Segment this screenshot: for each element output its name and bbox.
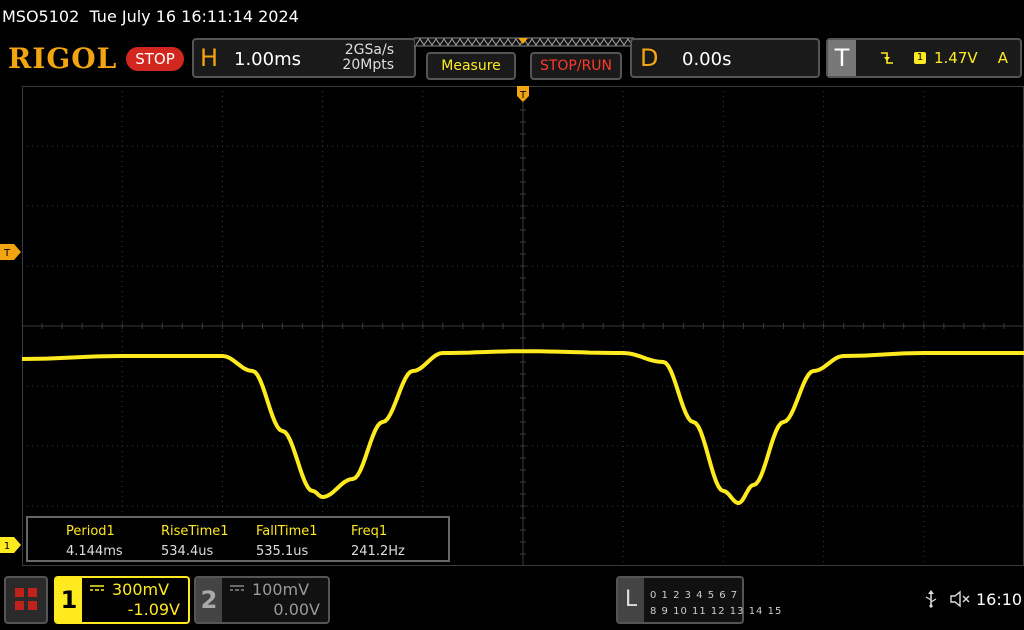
measure-button[interactable]: Measure (426, 52, 516, 80)
main-menu-button[interactable] (4, 576, 48, 624)
status-clock: 16:10 (976, 590, 1023, 609)
waveform-display[interactable] (22, 86, 1024, 566)
menu-grid-icon (28, 601, 37, 610)
speaker-muted-icon[interactable] (950, 590, 972, 612)
channel1-offset: -1.09V (127, 600, 180, 619)
measurement-label: Period1 (66, 524, 115, 539)
trigger-letter: T (828, 40, 856, 76)
measurement-value: 4.144ms (66, 544, 123, 559)
rigol-logo: RIGOL (8, 42, 118, 75)
trigger-level-marker[interactable]: T (0, 244, 22, 260)
trigger-level-label: T (3, 248, 11, 259)
channel2-panel[interactable]: 2 100mV 0.00V (194, 576, 330, 624)
measurement-value: 241.2Hz (351, 544, 405, 559)
logic-analyzer-panel[interactable]: L 0 1 2 3 4 5 6 7 8 9 10 11 12 13 14 15 (616, 576, 781, 624)
channel1-scale: 300mV (112, 580, 170, 599)
model-name: MSO5102 (2, 7, 80, 26)
menu-grid-icon (15, 588, 24, 597)
trigger-mode: A (997, 49, 1008, 67)
stop-run-button[interactable]: STOP/RUN (530, 52, 622, 80)
delay-letter: D (640, 44, 659, 72)
dc-coupling-icon (90, 584, 104, 595)
measurement-period: Period1 4.144ms (66, 522, 123, 562)
run-state-badge[interactable]: STOP (126, 47, 184, 71)
timebase-value: 1.00ms (234, 49, 301, 70)
top-toolbar: RIGOL STOP H 1.00ms 2GSa/s 20Mpts Measur… (0, 36, 1024, 82)
trigger-position-marker[interactable]: T (516, 86, 530, 110)
channel2-scale: 100mV (252, 580, 310, 599)
delay-panel[interactable]: D 0.00s (630, 38, 820, 78)
trigger-panel[interactable]: T 1 1.47V A (826, 38, 1022, 78)
logic-channels-row1: 0 1 2 3 4 5 6 7 (650, 590, 739, 601)
sample-rate-block: 2GSa/s 20Mpts (342, 43, 394, 73)
graticule (22, 86, 1024, 566)
measurement-label: FallTime1 (256, 524, 318, 539)
datetime: Tue July 16 16:11:14 2024 (89, 7, 299, 26)
logic-channels-row2: 8 9 10 11 12 13 14 15 (650, 606, 783, 617)
horizontal-letter: H (200, 44, 219, 72)
measurement-falltime: FallTime1 535.1us (256, 522, 318, 562)
trigger-top-label: T (519, 90, 527, 101)
delay-value: 0.00s (682, 49, 732, 70)
channel1-number: 1 (56, 578, 82, 622)
menu-grid-icon (15, 601, 24, 610)
channel1-offset-marker[interactable]: 1 (0, 537, 22, 553)
menu-grid-icon (28, 588, 37, 597)
channel2-number: 2 (196, 578, 222, 622)
memory-timeline-icon (414, 37, 634, 47)
channel2-offset: 0.00V (273, 600, 320, 619)
channel1-marker-label: 1 (4, 541, 10, 552)
title-bar: MSO5102 Tue July 16 16:11:14 2024 (0, 0, 1024, 34)
sample-rate: 2GSa/s (344, 42, 394, 58)
trigger-level: 1.47V (934, 49, 978, 67)
falling-edge-icon (880, 50, 894, 70)
measurement-panel[interactable]: Period1 4.144ms RiseTime1 534.4us FallTi… (26, 516, 450, 562)
measurement-freq: Freq1 241.2Hz (351, 522, 405, 562)
usb-icon (924, 590, 938, 612)
measurement-label: RiseTime1 (161, 524, 229, 539)
memory-depth: 20Mpts (342, 57, 394, 73)
horizontal-panel[interactable]: H 1.00ms 2GSa/s 20Mpts (192, 38, 416, 78)
measurement-value: 534.4us (161, 544, 214, 559)
measurement-risetime: RiseTime1 534.4us (161, 522, 229, 562)
measurement-label: Freq1 (351, 524, 388, 539)
dc-coupling-icon (230, 584, 244, 595)
logic-letter: L (618, 578, 644, 622)
measurement-value: 535.1us (256, 544, 309, 559)
bottom-bar: 1 300mV -1.09V 2 100mV 0.00V L 0 1 2 3 4… (0, 572, 1024, 630)
channel1-panel[interactable]: 1 300mV -1.09V (54, 576, 190, 624)
trigger-source-badge: 1 (914, 52, 926, 64)
